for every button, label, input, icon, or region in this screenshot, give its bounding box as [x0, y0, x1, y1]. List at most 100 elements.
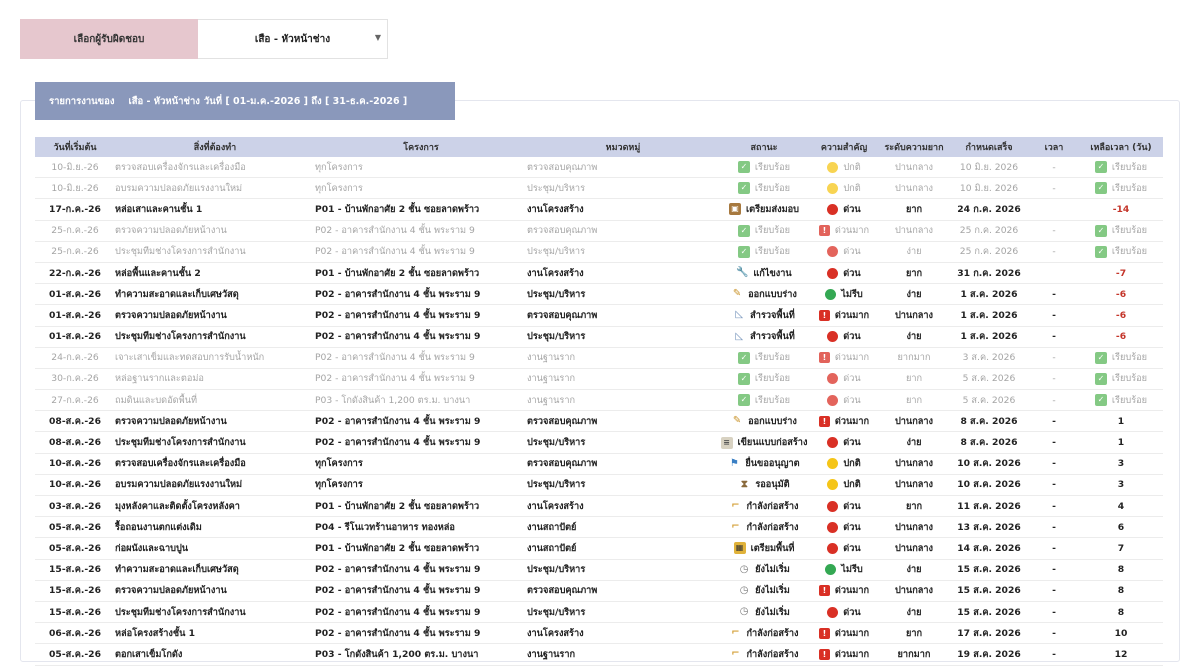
cell-time-text: - — [1052, 288, 1056, 300]
check-icon: ✓ — [1094, 224, 1107, 237]
cell-category-text: ประชุม/บริหาร — [527, 246, 586, 258]
cell-project: P01 - บ้านพักอาศัย 2 ชั้น ซอยลาดพร้าว — [315, 262, 527, 285]
table-row[interactable]: 08-ส.ค.-26 ตรวจความปลอดภัยหน้างาน P02 - อา… — [35, 410, 1163, 433]
cell-status: ✓ เรียบร้อย — [719, 157, 809, 179]
cell-difficulty-text: ง่าย — [906, 288, 922, 300]
cell-task: ตรวจความปลอดภัยหน้างาน — [115, 410, 315, 433]
cell-start-date-text: 15-ส.ค.-26 — [49, 606, 101, 618]
cell-task: หล่อเสาและคานชั้น 1 — [115, 198, 315, 221]
table-row[interactable]: 10-ส.ค.-26 ตรวจสอบเครื่องจักรและเครื่องมื… — [35, 453, 1163, 475]
table-row[interactable]: 10-มิ.ย.-26 อบรมความปลอดภัยแรงงานใหม่ ทุกโ… — [35, 177, 1163, 200]
col-status[interactable]: สถานะ — [719, 137, 809, 157]
cell-category-text: ตรวจสอบคุณภาพ — [527, 161, 598, 173]
table-row[interactable]: 10-มิ.ย.-26 ตรวจสอบเครื่องจักรและเครื่องม… — [35, 157, 1163, 179]
table-row[interactable]: 15-ส.ค.-26 ประชุมทีมช่างโครงการสำนักงาน P0… — [35, 601, 1163, 624]
cell-time: - — [1029, 580, 1079, 602]
table-row[interactable]: 22-ก.ค.-26 หล่อพื้นและคานชั้น 2 P01 - บ้าน… — [35, 262, 1163, 285]
table-row[interactable]: 15-ส.ค.-26 ตรวจความปลอดภัยหน้างาน P02 - อา… — [35, 580, 1163, 602]
table-row[interactable]: 05-ส.ค.-26 ตอกเสาเข็มโกดัง P03 - โกดังสินค… — [35, 643, 1163, 666]
cell-time: - — [1029, 368, 1079, 391]
cell-task-text: ก่อผนังและฉาบปูน — [115, 542, 189, 554]
cell-due-text: 10 ส.ค. 2026 — [957, 458, 1021, 470]
col-task[interactable]: สิ่งที่ต้องทำ — [115, 137, 315, 157]
cell-task: ตรวจสอบเครื่องจักรและเครื่องมือ — [115, 157, 315, 179]
table-row[interactable]: 25-ก.ค.-26 ประชุมทีมช่างโครงการสำนักงาน P0… — [35, 241, 1163, 263]
table-row[interactable]: 15-ส.ค.-26 ทำความสะอาดและเก็บเศษวัสดุ P02 … — [35, 559, 1163, 581]
cell-priority-text: ด่วน — [843, 437, 861, 449]
cell-time: - — [1029, 516, 1079, 539]
cell-priority: ด่วน — [809, 495, 879, 518]
table-row[interactable]: 30-ก.ค.-26 หล่อฐานรากและตอม่อ P02 - อาคารส… — [35, 368, 1163, 391]
table-row[interactable]: 01-ส.ค.-26 ตรวจความปลอดภัยหน้างาน P02 - อา… — [35, 304, 1163, 327]
table-row[interactable]: 03-ส.ค.-26 มุงหลังคาและติดตั้งโครงหลังคา P… — [35, 495, 1163, 518]
cell-project: P02 - อาคารสำนักงาน 4 ชั้น พระราม 9 — [315, 220, 527, 242]
cell-time — [1029, 198, 1079, 221]
cell-time: - — [1029, 326, 1079, 348]
cell-status: ⧗ รออนุมัติ — [719, 474, 809, 497]
cell-category-text: ประชุม/บริหาร — [527, 182, 586, 194]
cell-due-text: 10 มิ.ย. 2026 — [959, 161, 1019, 173]
cell-priority-text: ไม่รีบ — [841, 288, 863, 300]
col-project[interactable]: โครงการ — [315, 137, 527, 157]
col-start-date[interactable]: วันที่เริ่มต้น — [35, 137, 115, 157]
table-row[interactable]: 01-ส.ค.-26 ทำความสะอาดและเก็บเศษวัสดุ P02 … — [35, 283, 1163, 306]
cell-remaining-text: -6 — [1115, 331, 1127, 343]
cell-difficulty-text: ยากมาก — [897, 352, 931, 364]
cell-priority: ด่วน — [809, 241, 879, 263]
cell-remaining: -7 — [1079, 262, 1163, 285]
cell-due: 31 ก.ค. 2026 — [949, 262, 1029, 285]
cell-project: P02 - อาคารสำนักงาน 4 ชั้น พระราม 9 — [315, 326, 527, 348]
table-row[interactable]: 05-ส.ค.-26 ก่อผนังและฉาบปูน P01 - บ้านพักอ… — [35, 537, 1163, 560]
table-row[interactable]: 08-ส.ค.-26 ประชุมทีมช่างโครงการสำนักงาน P0… — [35, 431, 1163, 454]
banner-person: เสือ - หัวหน้าช่าง — [128, 95, 200, 107]
col-remaining[interactable]: เหลือเวลา (วัน) — [1079, 137, 1163, 157]
col-priority[interactable]: ความสำคัญ — [809, 137, 879, 157]
cell-difficulty-text: ยาก — [905, 267, 923, 279]
cell-status: ◷ ยังไม่เริ่ม — [719, 601, 809, 624]
cell-time-text: - — [1052, 331, 1056, 343]
cell-priority: ! ด่วนมาก — [809, 304, 879, 327]
cell-remaining: -6 — [1079, 326, 1163, 348]
urgent-icon: ! — [818, 225, 830, 237]
cell-project-text: P02 - อาคารสำนักงาน 4 ชั้น พระราม 9 — [315, 373, 475, 385]
col-difficulty[interactable]: ระดับความยาก — [879, 137, 949, 157]
cell-time-text: - — [1052, 627, 1056, 639]
cell-due-text: 17 ส.ค. 2026 — [957, 627, 1021, 639]
cell-time-text: - — [1052, 479, 1056, 491]
cell-due-text: 1 ส.ค. 2026 — [960, 288, 1018, 300]
cell-project: P02 - อาคารสำนักงาน 4 ชั้น พระราม 9 — [315, 283, 527, 306]
cell-priority: ! ด่วนมาก — [809, 410, 879, 433]
table-row[interactable]: 10-ส.ค.-26 อบรมความปลอดภัยแรงงานใหม่ ทุกโค… — [35, 474, 1163, 497]
cell-task-text: ตรวจความปลอดภัยหน้างาน — [115, 415, 227, 427]
cell-remaining: 8 — [1079, 559, 1163, 581]
col-category[interactable]: หมวดหมู่ — [527, 137, 719, 157]
table-row[interactable]: 24-ก.ค.-26 เจาะเสาเข็มและทดสอบการรับน้ำหน… — [35, 347, 1163, 369]
col-due[interactable]: กำหนดเสร็จ — [949, 137, 1029, 157]
table-row[interactable]: 01-ส.ค.-26 ประชุมทีมช่างโครงการสำนักงาน P0… — [35, 326, 1163, 348]
responsible-dropdown[interactable]: เสือ - หัวหน้าช่าง ▼ — [198, 19, 388, 59]
cell-task-text: ประชุมทีมช่างโครงการสำนักงาน — [115, 246, 246, 258]
cell-time-text: - — [1052, 161, 1056, 173]
red-dot-icon — [827, 394, 839, 406]
table-row[interactable]: 27-ก.ค.-26 ถมดินและบดอัดพื้นที่ P03 - โกดั… — [35, 389, 1163, 412]
cell-project: P01 - บ้านพักอาศัย 2 ชั้น ซอยลาดพร้าว — [315, 198, 527, 221]
cell-category: งานโครงสร้าง — [527, 262, 719, 285]
cell-difficulty: ปานกลาง — [879, 304, 949, 327]
check-icon: ✓ — [737, 372, 750, 385]
cell-remaining-text: เรียบร้อย — [1111, 225, 1148, 237]
table-row[interactable]: 05-ส.ค.-26 รื้อถอนงานตกแต่งเดิม P04 - รีโน… — [35, 516, 1163, 539]
cell-priority: ปกติ — [809, 453, 879, 475]
table-row[interactable]: 25-ก.ค.-26 ตรวจความปลอดภัยหน้างาน P02 - อา… — [35, 220, 1163, 242]
cell-due: 17 ส.ค. 2026 — [949, 622, 1029, 645]
table-row[interactable]: 06-ส.ค.-26 หล่อโครงสร้างชั้น 1 P02 - อาคาร… — [35, 622, 1163, 645]
table-row[interactable]: 17-ก.ค.-26 หล่อเสาและคานชั้น 1 P01 - บ้านพ… — [35, 198, 1163, 221]
cell-remaining: 12 — [1079, 643, 1163, 666]
cell-task: ทำความสะอาดและเก็บเศษวัสดุ — [115, 559, 315, 581]
cell-due: 8 ส.ค. 2026 — [949, 431, 1029, 454]
cell-status: ✎ ออกแบบร่าง — [719, 410, 809, 433]
cell-time: - — [1029, 347, 1079, 369]
col-time[interactable]: เวลา — [1029, 137, 1079, 157]
cell-category: ประชุม/บริหาร — [527, 283, 719, 306]
cell-start-date: 24-ก.ค.-26 — [35, 347, 115, 369]
cell-start-date: 30-ก.ค.-26 — [35, 368, 115, 391]
